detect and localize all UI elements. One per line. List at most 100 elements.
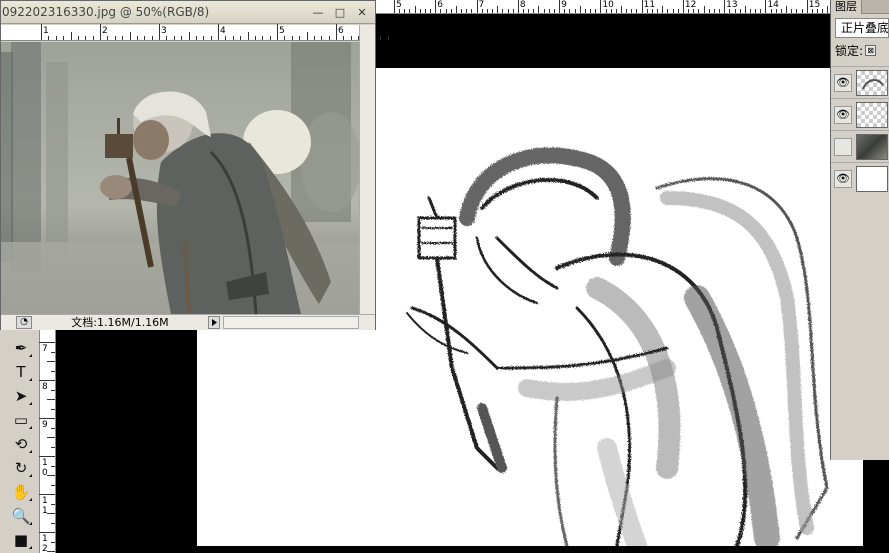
ruler-number: 13 <box>726 0 738 10</box>
vruler-minor-tick <box>51 541 55 543</box>
ruler-tick <box>600 0 602 13</box>
ruler-minor-tick <box>780 9 782 13</box>
ruler-minor-tick <box>775 9 777 13</box>
layer-row[interactable]: 👁 <box>831 162 889 194</box>
horizontal-scrollbar[interactable] <box>223 316 359 329</box>
doc-ruler-minor-tick <box>85 36 87 40</box>
doc-ruler-minor-tick <box>122 36 124 40</box>
layer-row[interactable] <box>831 130 889 162</box>
ruler-minor-tick <box>801 9 803 13</box>
ruler-minor-tick <box>744 6 746 13</box>
ruler-minor-tick <box>553 9 555 13</box>
maximize-button[interactable]: □ <box>333 6 347 19</box>
doc-ruler-minor-tick <box>181 36 183 40</box>
doc-ruler-minor-tick <box>114 36 116 40</box>
ruler-tick <box>476 0 478 13</box>
close-button[interactable]: ✕ <box>355 6 369 19</box>
ruler-minor-tick <box>486 9 488 13</box>
visibility-eye-icon[interactable]: 👁 <box>834 170 852 188</box>
ruler-minor-tick <box>548 9 550 13</box>
ruler-tick <box>435 0 437 13</box>
ruler-minor-tick <box>646 9 648 13</box>
vertical-scrollbar[interactable] <box>359 25 375 314</box>
pen-tool-icon[interactable]: ✒ <box>10 338 32 358</box>
doc-ruler-minor-tick <box>254 36 256 40</box>
ruler-minor-tick <box>693 9 695 13</box>
tab-layers[interactable]: 图层 <box>831 0 862 14</box>
3d-orbit-icon[interactable]: ↻ <box>10 458 32 478</box>
vruler-minor-tick <box>51 446 55 448</box>
doc-ruler-minor-tick <box>188 32 190 40</box>
doc-ruler-minor-tick <box>166 36 168 40</box>
hand-tool-icon[interactable]: ✋ <box>10 482 32 502</box>
ruler-minor-tick <box>497 6 499 13</box>
type-tool-icon[interactable]: T <box>10 362 32 382</box>
ruler-minor-tick <box>770 9 772 13</box>
doc-ruler-minor-tick <box>77 36 79 40</box>
ruler-minor-tick <box>543 9 545 13</box>
doc-ruler-minor-tick <box>284 36 286 40</box>
ruler-minor-tick <box>399 9 401 13</box>
doc-ruler-minor-tick <box>70 32 72 40</box>
doc-ruler-minor-tick <box>313 36 315 40</box>
layers-panel: 图层 正片叠底 锁定: ⊠ 👁 👁 👁 <box>830 0 889 460</box>
3d-rotate-icon[interactable]: ⟲ <box>10 434 32 454</box>
doc-ruler-minor-tick <box>210 36 212 40</box>
ruler-minor-tick <box>507 9 509 13</box>
visibility-eye-icon[interactable]: 👁 <box>834 74 852 92</box>
status-menu-arrow-icon[interactable] <box>208 316 220 329</box>
ruler-minor-tick <box>755 9 757 13</box>
ruler-minor-tick <box>579 6 581 13</box>
doc-ruler-number: 4 <box>220 26 226 36</box>
doc-ruler-minor-tick <box>343 36 345 40</box>
vruler-minor-tick <box>51 522 55 524</box>
doc-ruler-minor-tick <box>299 36 301 40</box>
blend-mode-select[interactable]: 正片叠底 <box>835 18 889 38</box>
doc-ruler-number: 2 <box>102 26 108 36</box>
ruler-minor-tick <box>739 9 741 13</box>
path-selection-icon[interactable]: ➤ <box>10 386 32 406</box>
ruler-minor-tick <box>419 9 421 13</box>
doc-ruler-number: 5 <box>279 26 285 36</box>
layer-row[interactable]: 👁 <box>831 66 889 98</box>
ruler-minor-tick <box>672 9 674 13</box>
layer-row[interactable]: 👁 <box>831 98 889 130</box>
lock-transparency-icon[interactable]: ⊠ <box>865 44 877 56</box>
ruler-minor-tick <box>445 9 447 13</box>
visibility-eye-icon[interactable] <box>834 138 852 156</box>
ruler-minor-tick <box>574 9 576 13</box>
visibility-eye-icon[interactable]: 👁 <box>834 106 852 124</box>
doc-ruler-minor-tick <box>262 36 264 40</box>
doc-ruler-minor-tick <box>240 36 242 40</box>
ruler-minor-tick <box>492 9 494 13</box>
minimize-button[interactable]: — <box>311 6 325 19</box>
ruler-minor-tick <box>708 9 710 13</box>
rectangle-tool-icon[interactable]: ▭ <box>10 410 32 430</box>
vertical-ruler[interactable]: 7891 01 11 2 <box>39 330 56 553</box>
zoom-tool-icon[interactable]: 🔍 <box>10 506 32 526</box>
horizontal-ruler[interactable]: 5 6 7 8 9 10 11 12 13 14 15 <box>376 0 844 14</box>
ruler-minor-tick <box>667 9 669 13</box>
doc-ruler-minor-tick <box>107 36 109 40</box>
ruler-minor-tick <box>409 9 411 13</box>
ruler-minor-tick <box>424 9 426 13</box>
ruler-minor-tick <box>615 9 617 13</box>
zoom-icon[interactable]: ◔ <box>16 316 32 329</box>
doc-ruler-number: 3 <box>161 26 167 36</box>
ruler-minor-tick <box>528 9 530 13</box>
doc-ruler-minor-tick <box>173 36 175 40</box>
doc-ruler-minor-tick <box>328 36 330 40</box>
ruler-tick <box>394 0 395 13</box>
ruler-minor-tick <box>786 6 788 13</box>
vruler-minor-tick <box>51 351 55 353</box>
ruler-minor-tick <box>713 9 715 13</box>
vruler-minor-tick <box>47 437 55 438</box>
document-window: 092202316330.jpg @ 50%(RGB/8) — □ ✕ 1 2 3 4… <box>0 0 389 330</box>
ruler-minor-tick <box>414 6 416 13</box>
vruler-tick <box>39 418 55 419</box>
color-swatch-icon[interactable]: ■ <box>10 530 32 550</box>
document-ruler[interactable]: 1 2 3 4 5 6 <box>1 24 389 41</box>
ruler-minor-tick <box>471 9 473 13</box>
ruler-minor-tick <box>522 9 524 13</box>
ruler-minor-tick <box>533 9 535 13</box>
